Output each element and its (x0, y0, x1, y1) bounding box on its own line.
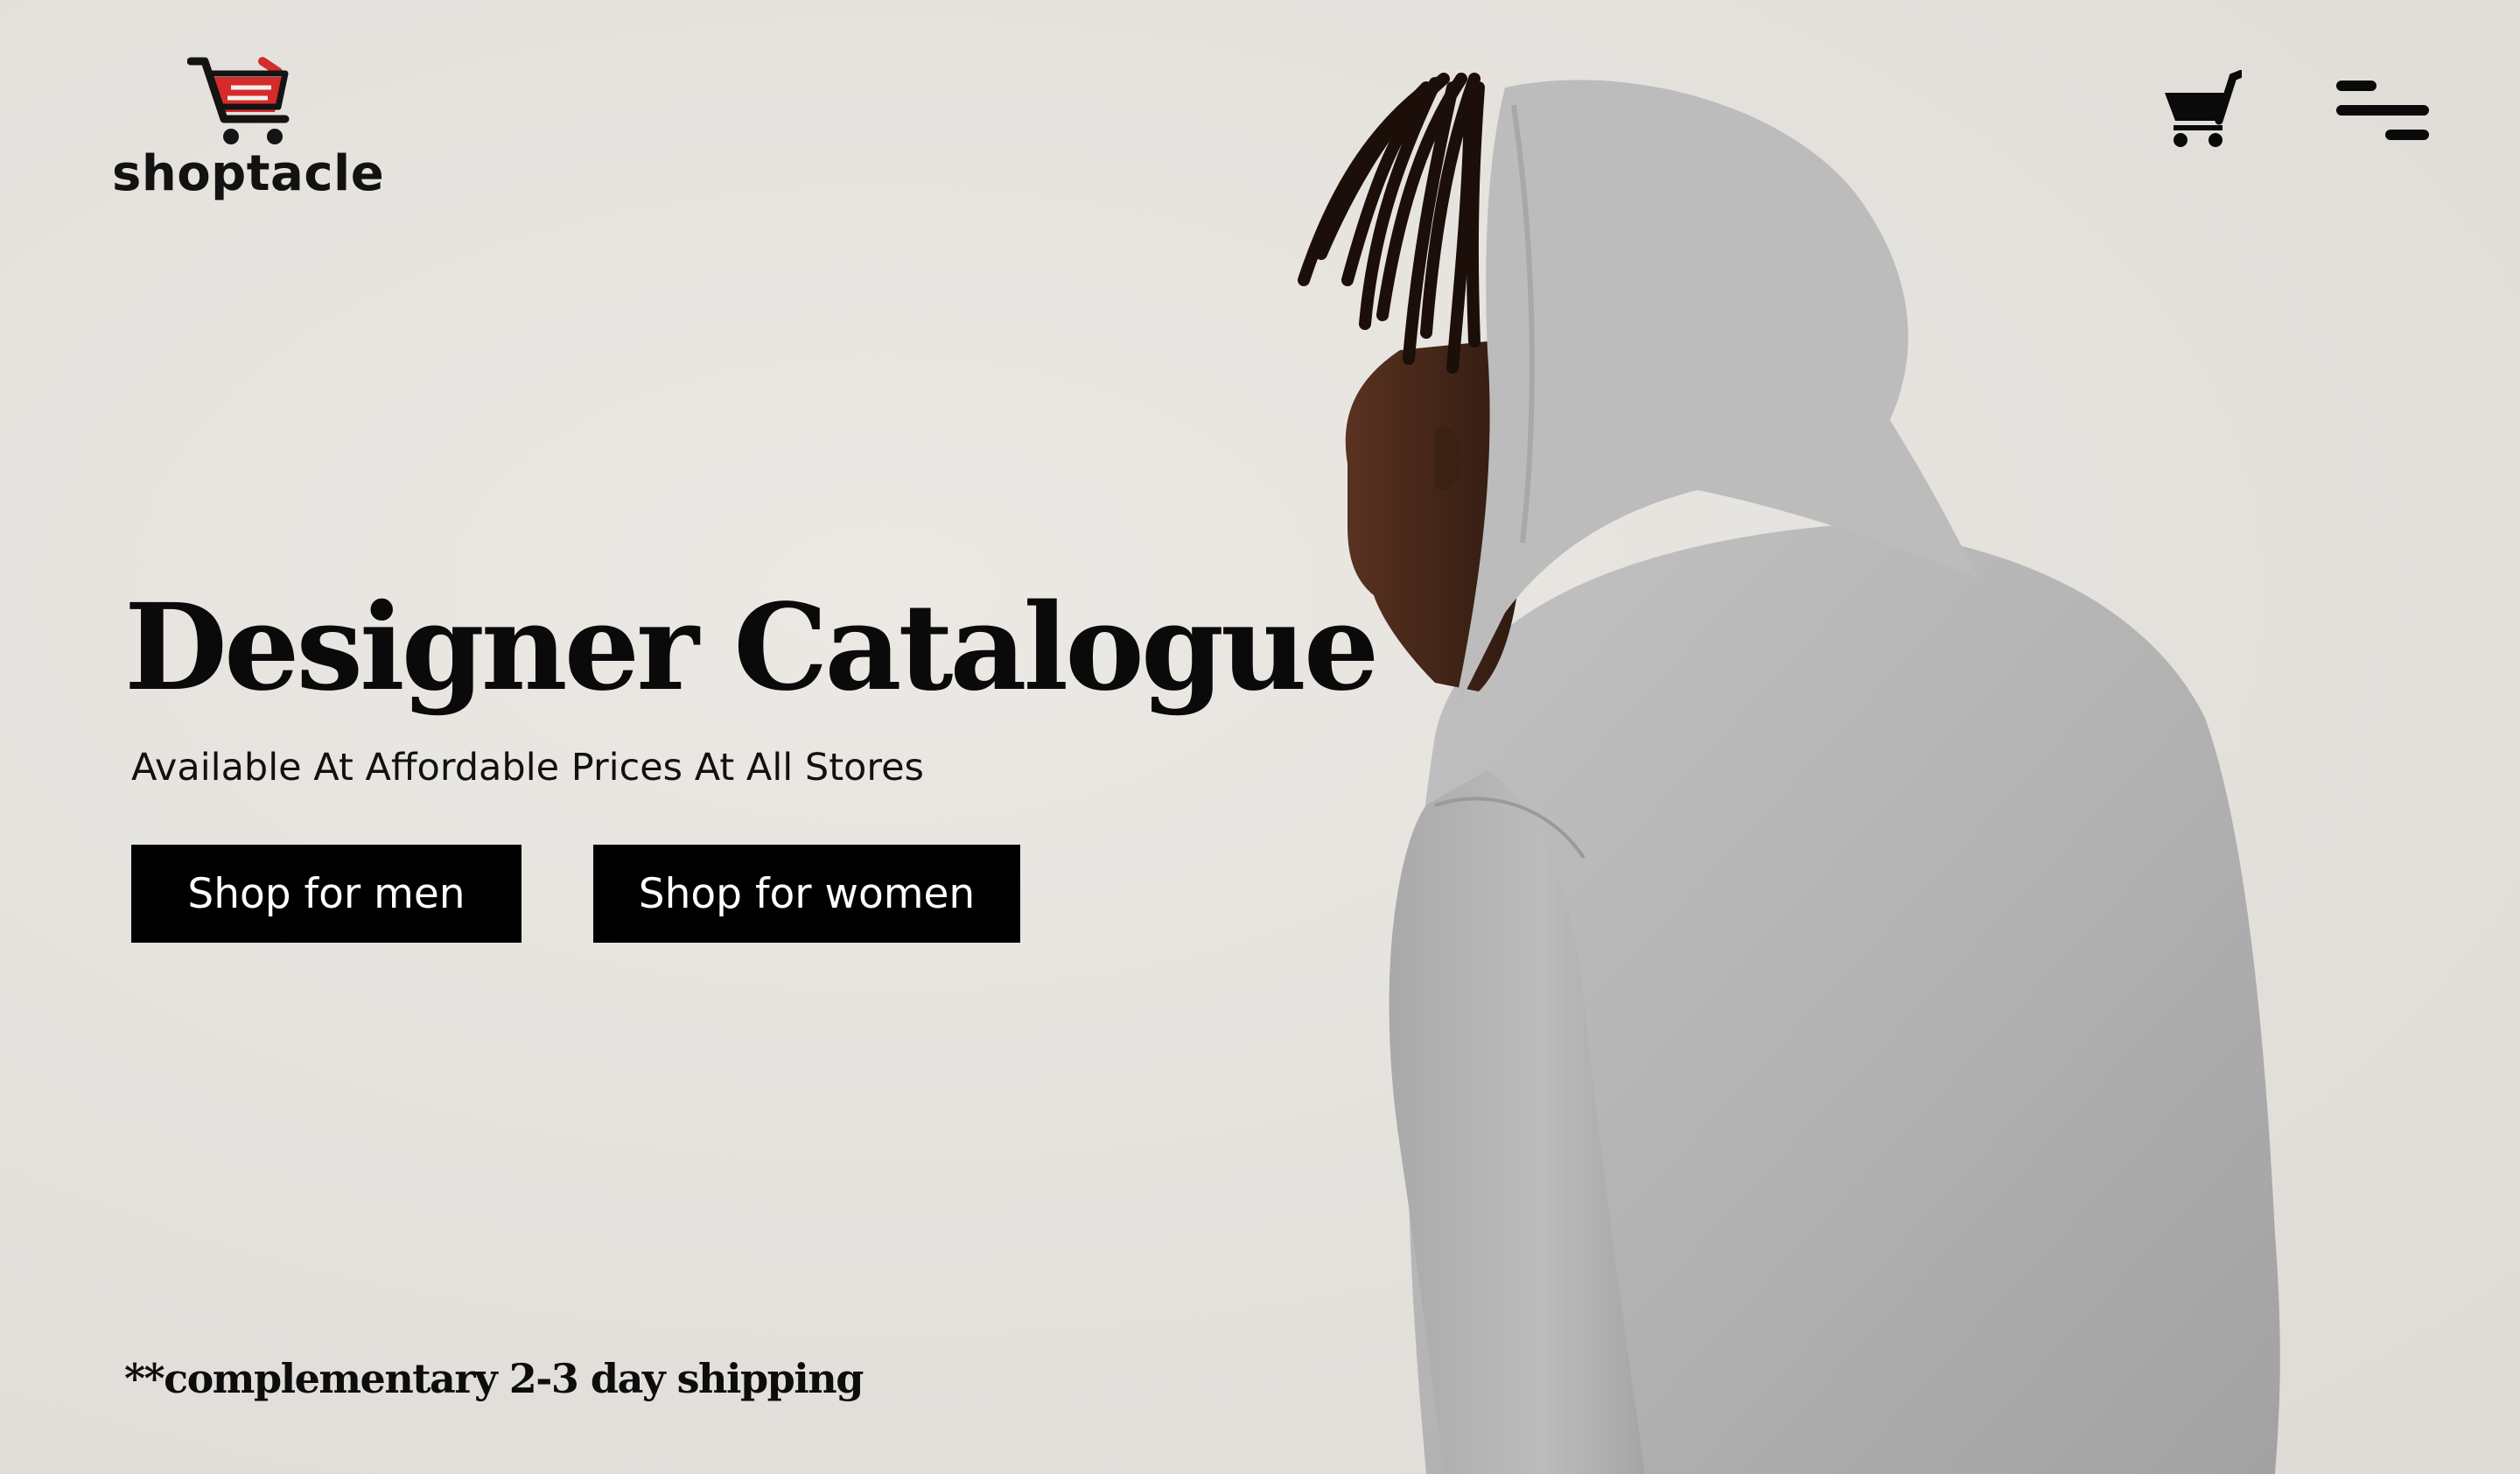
shop-for-women-button[interactable]: Shop for women (593, 845, 1020, 943)
shop-for-women-label: Shop for women (638, 869, 976, 918)
brand-logo[interactable]: shoptacle (110, 54, 384, 212)
brand-name: shoptacle (112, 145, 385, 202)
hero-subtitle: Available At Affordable Prices At All St… (131, 746, 924, 790)
shipping-note: **complementary 2-3 day shipping (124, 1355, 864, 1402)
model-in-grey-hoodie-image (1298, 73, 2280, 1474)
menu-button[interactable] (2334, 79, 2431, 142)
shopping-cart-icon (2165, 69, 2246, 147)
shop-for-men-button[interactable]: Shop for men (131, 845, 522, 943)
cart-button[interactable] (2161, 69, 2246, 149)
hero-title: Designer Catalogue (124, 578, 1379, 718)
shop-for-men-label: Shop for men (187, 869, 466, 918)
hamburger-menu-icon (2336, 81, 2429, 140)
shopping-cart-logo-icon (187, 57, 290, 144)
